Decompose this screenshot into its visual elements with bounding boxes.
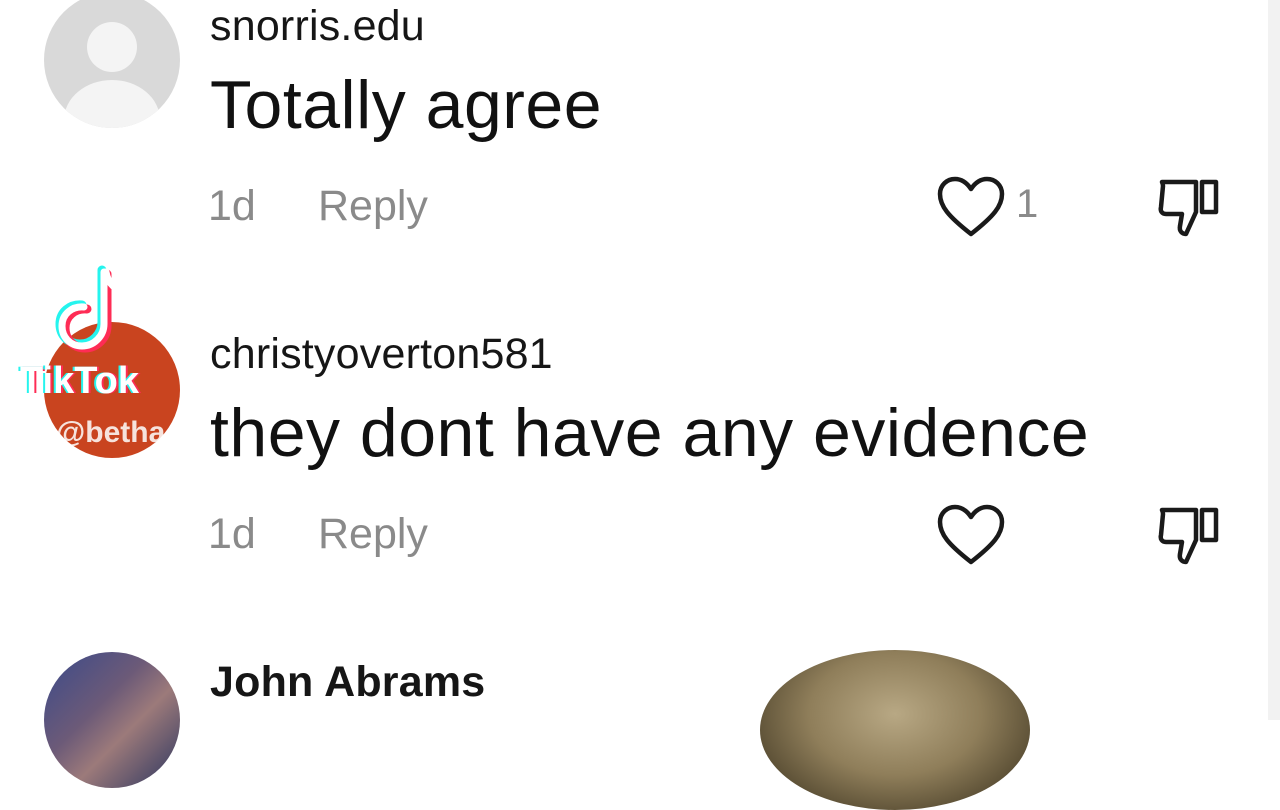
thumbs-down-icon[interactable] [1156,502,1222,568]
thumbs-down-icon[interactable] [1156,174,1222,240]
tiktok-logo-icon [55,265,132,353]
heart-outline-icon[interactable] [936,504,1006,566]
scrollbar[interactable] [1268,0,1280,720]
reply-button[interactable]: Reply [318,182,428,231]
heart-outline-icon[interactable] [936,176,1006,238]
video-overlay-person [760,650,1030,810]
comment-text: Totally agree [210,67,603,143]
comment-item: snorris.edu Totally agree 1d Reply 1 [0,0,1268,250]
avatar[interactable] [44,652,180,788]
comment-username[interactable]: snorris.edu [210,2,425,51]
comment-item: John Abrams [0,620,1268,788]
comment-username[interactable]: christyoverton581 [210,330,553,379]
comment-timestamp: 1d [208,182,256,230]
like-count: 1 [1016,182,1039,226]
comment-item: christyoverton581 they dont have any evi… [0,250,1268,620]
comment-username[interactable]: John Abrams [210,658,485,707]
tiktok-watermark: TikTok @betha [20,262,190,462]
comment-text: they dont have any evidence [210,395,1090,471]
tiktok-handle: @betha [56,416,166,449]
tiktok-brand: TikTok [20,360,139,402]
user-silhouette-icon [87,22,137,72]
comment-timestamp: 1d [208,510,256,558]
avatar[interactable] [44,0,180,128]
reply-button[interactable]: Reply [318,510,428,559]
